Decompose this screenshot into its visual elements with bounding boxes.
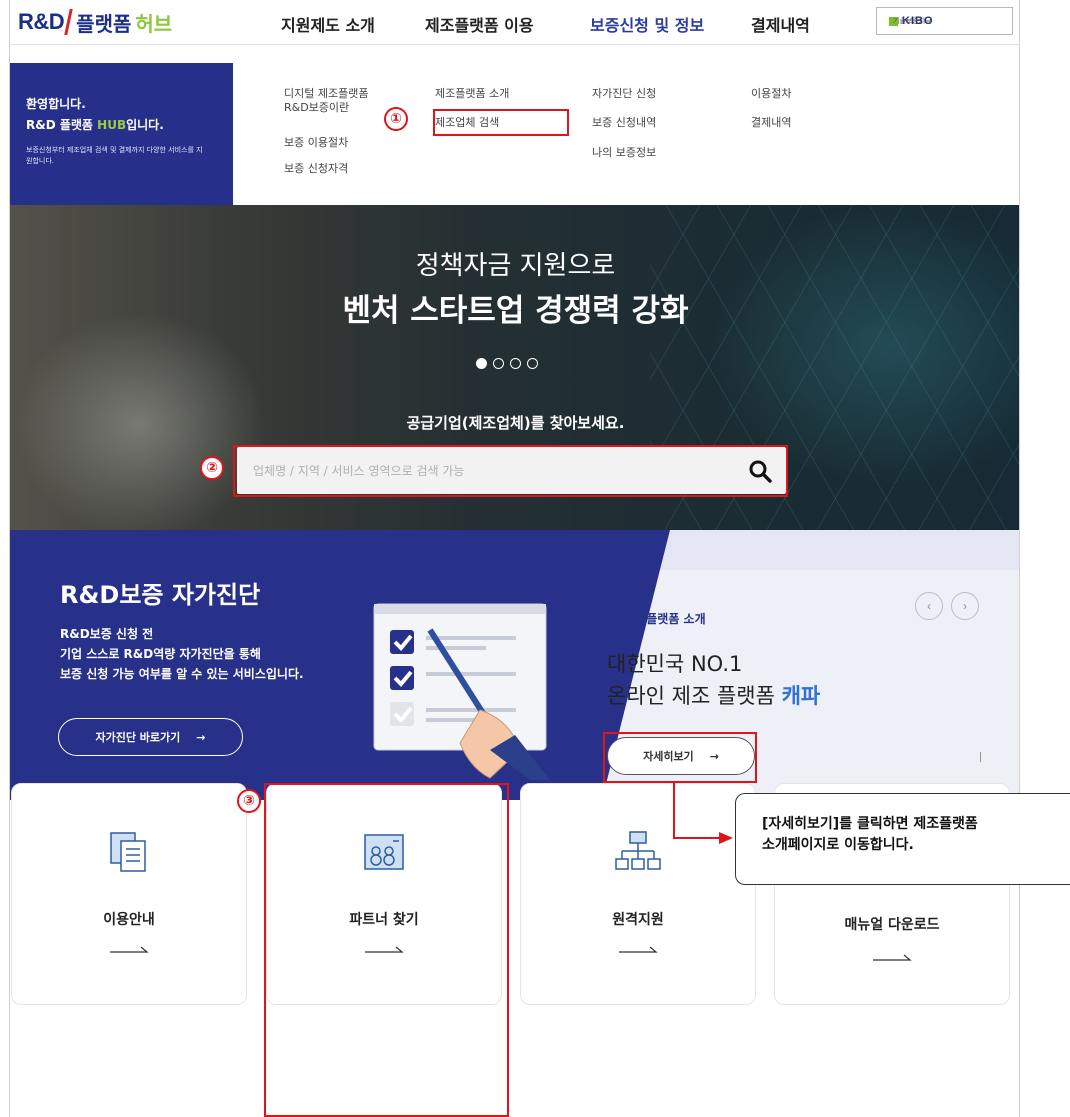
capa-headline-2-prefix: 온라인 제조 플랫폼 bbox=[607, 684, 782, 708]
document-icon bbox=[110, 832, 146, 872]
welcome-hub: HUB bbox=[97, 118, 127, 132]
arrow-right-icon: → bbox=[196, 730, 206, 744]
welcome-line2-suffix: 입니다. bbox=[126, 118, 164, 132]
logo-rd: R&D bbox=[18, 9, 65, 34]
annotation-connector-h bbox=[673, 837, 723, 839]
hero-line1: 정책자금 지원으로 bbox=[415, 251, 616, 281]
checklist-illustration-icon bbox=[373, 603, 550, 780]
self-diagnosis-desc-line3: 보증 신청 가능 여부를 알 수 있는 서비스입니다. bbox=[60, 667, 304, 681]
submenu-rd-guarantee[interactable]: R&D보증이란 bbox=[284, 101, 349, 114]
annotation-callout: [자세히보기]를 클릭하면 제조플랫폼 소개페이지로 이동합니다. bbox=[735, 793, 1070, 885]
submenu-digital-platform[interactable]: 디지털 제조플랫폼 bbox=[284, 87, 368, 100]
prev-arrow-icon[interactable]: ‹ bbox=[915, 592, 943, 620]
annotation-marker-1: ① bbox=[384, 107, 408, 131]
annotation-box-manufacturer-search bbox=[433, 109, 569, 136]
annotation-box-partner-card bbox=[264, 783, 509, 1117]
self-diagnosis-title: R&D보증 자가진단 bbox=[60, 581, 261, 609]
capa-headline-2: 온라인 제조 플랫폼 캐파 bbox=[607, 680, 820, 710]
self-diagnosis-button[interactable]: 자가진단 바로가기 → bbox=[58, 718, 243, 756]
self-diagnosis-desc-line1: R&D보증 신청 전 bbox=[60, 627, 154, 641]
annotation-arrowhead-icon bbox=[719, 832, 733, 844]
card-remote-support[interactable]: 원격지원 bbox=[520, 783, 756, 1005]
slide-dot-3[interactable] bbox=[510, 358, 521, 369]
logo-hub: 허브 bbox=[135, 11, 173, 36]
card-remote-support-label: 원격지원 bbox=[612, 912, 664, 928]
annotation-connector-v bbox=[673, 783, 675, 838]
card-usage-guide-label: 이용안내 bbox=[103, 912, 155, 928]
self-diagnosis-button-label: 자가진단 바로가기 bbox=[95, 731, 181, 744]
submenu-my-guarantee[interactable]: 나의 보증정보 bbox=[592, 146, 656, 159]
self-diagnosis-desc: R&D보증 신청 전 기업 스스로 R&D역량 자가진단을 통해 보증 신청 가… bbox=[60, 624, 380, 684]
nav-payment[interactable]: 결제내역 bbox=[751, 12, 810, 36]
long-arrow-icon bbox=[110, 946, 149, 953]
top-header: R&D 플랫폼 허브 지원제도 소개 제조플랫폼 이용 보증신청 및 정보 결제… bbox=[10, 0, 1019, 45]
slide-dot-1[interactable] bbox=[476, 358, 487, 369]
submenu-payment-history[interactable]: 결제내역 bbox=[751, 116, 791, 129]
slide-dot-4[interactable] bbox=[527, 358, 538, 369]
submenu-self-diagnosis[interactable]: 자가진단 신청 bbox=[592, 87, 656, 100]
nav-support-intro[interactable]: 지원제도 소개 bbox=[281, 12, 375, 36]
annotation-marker-3: ③ bbox=[237, 789, 261, 813]
annotation-box-detail-button bbox=[603, 732, 757, 783]
callout-line2: 소개페이지로 이동합니다. bbox=[762, 837, 914, 853]
card-usage-guide[interactable]: 이용안내 bbox=[11, 783, 247, 1005]
submenu-usage-process[interactable]: 이용절차 bbox=[751, 87, 791, 100]
slide-dot-2[interactable] bbox=[493, 358, 504, 369]
kibo-link[interactable]: KIBO 기술보증기금 bbox=[876, 7, 1013, 35]
capa-headline-1: 대한민국 NO.1 bbox=[607, 652, 743, 676]
submenu-platform-intro[interactable]: 제조플랫폼 소개 bbox=[435, 87, 509, 100]
welcome-line1: 환영합니다. bbox=[26, 97, 86, 111]
logo-platform: 플랫폼 bbox=[76, 11, 132, 36]
annotation-marker-2: ② bbox=[200, 456, 224, 480]
capa-label: CAPA 플랫폼 소개 bbox=[607, 612, 706, 626]
long-arrow-icon bbox=[619, 946, 658, 953]
nav-guarantee-info[interactable]: 보증신청 및 정보 bbox=[590, 12, 704, 36]
hero-line2: 벤처 스타트업 경쟁력 강화 bbox=[342, 293, 689, 329]
card-manual-download-label: 매뉴얼 다운로드 bbox=[844, 917, 940, 933]
slide-progress-tick bbox=[980, 752, 981, 762]
welcome-line2-prefix: R&D 플랫폼 bbox=[26, 118, 98, 132]
annotation-box-search bbox=[233, 445, 788, 497]
slide-indicator bbox=[476, 358, 538, 369]
capa-highlight: 캐파 bbox=[781, 684, 821, 708]
network-icon bbox=[615, 831, 661, 870]
submenu-guarantee-process[interactable]: 보증 이용절차 bbox=[284, 136, 348, 149]
nav-platform-use[interactable]: 제조플랫폼 이용 bbox=[425, 12, 534, 36]
submenu-guarantee-history[interactable]: 보증 신청내역 bbox=[592, 116, 656, 129]
self-diagnosis-desc-line2: 기업 스스로 R&D역량 자가진단을 통해 bbox=[60, 647, 261, 661]
submenu-guarantee-eligibility[interactable]: 보증 신청자격 bbox=[284, 162, 348, 175]
welcome-panel: 환영합니다. R&D 플랫폼 HUB입니다. 보증신청부터 제조업체 검색 및 … bbox=[10, 63, 233, 205]
welcome-desc: 보증신청부터 제조업체 검색 및 결제까지 다양한 서비스를 지원합니다. bbox=[26, 146, 203, 165]
next-arrow-icon[interactable]: › bbox=[951, 592, 979, 620]
kibo-sub: 기술보증기금 bbox=[893, 16, 932, 25]
callout-line1: [자세히보기]를 클릭하면 제조플랫폼 bbox=[762, 816, 978, 832]
long-arrow-icon bbox=[873, 954, 912, 961]
site-logo[interactable]: R&D 플랫폼 허브 bbox=[18, 7, 172, 37]
welcome-line2: R&D 플랫폼 HUB입니다. bbox=[26, 116, 233, 133]
search-prompt: 공급기업(제조업체)를 찾아보세요. bbox=[406, 414, 625, 432]
logo-divider bbox=[64, 9, 73, 35]
